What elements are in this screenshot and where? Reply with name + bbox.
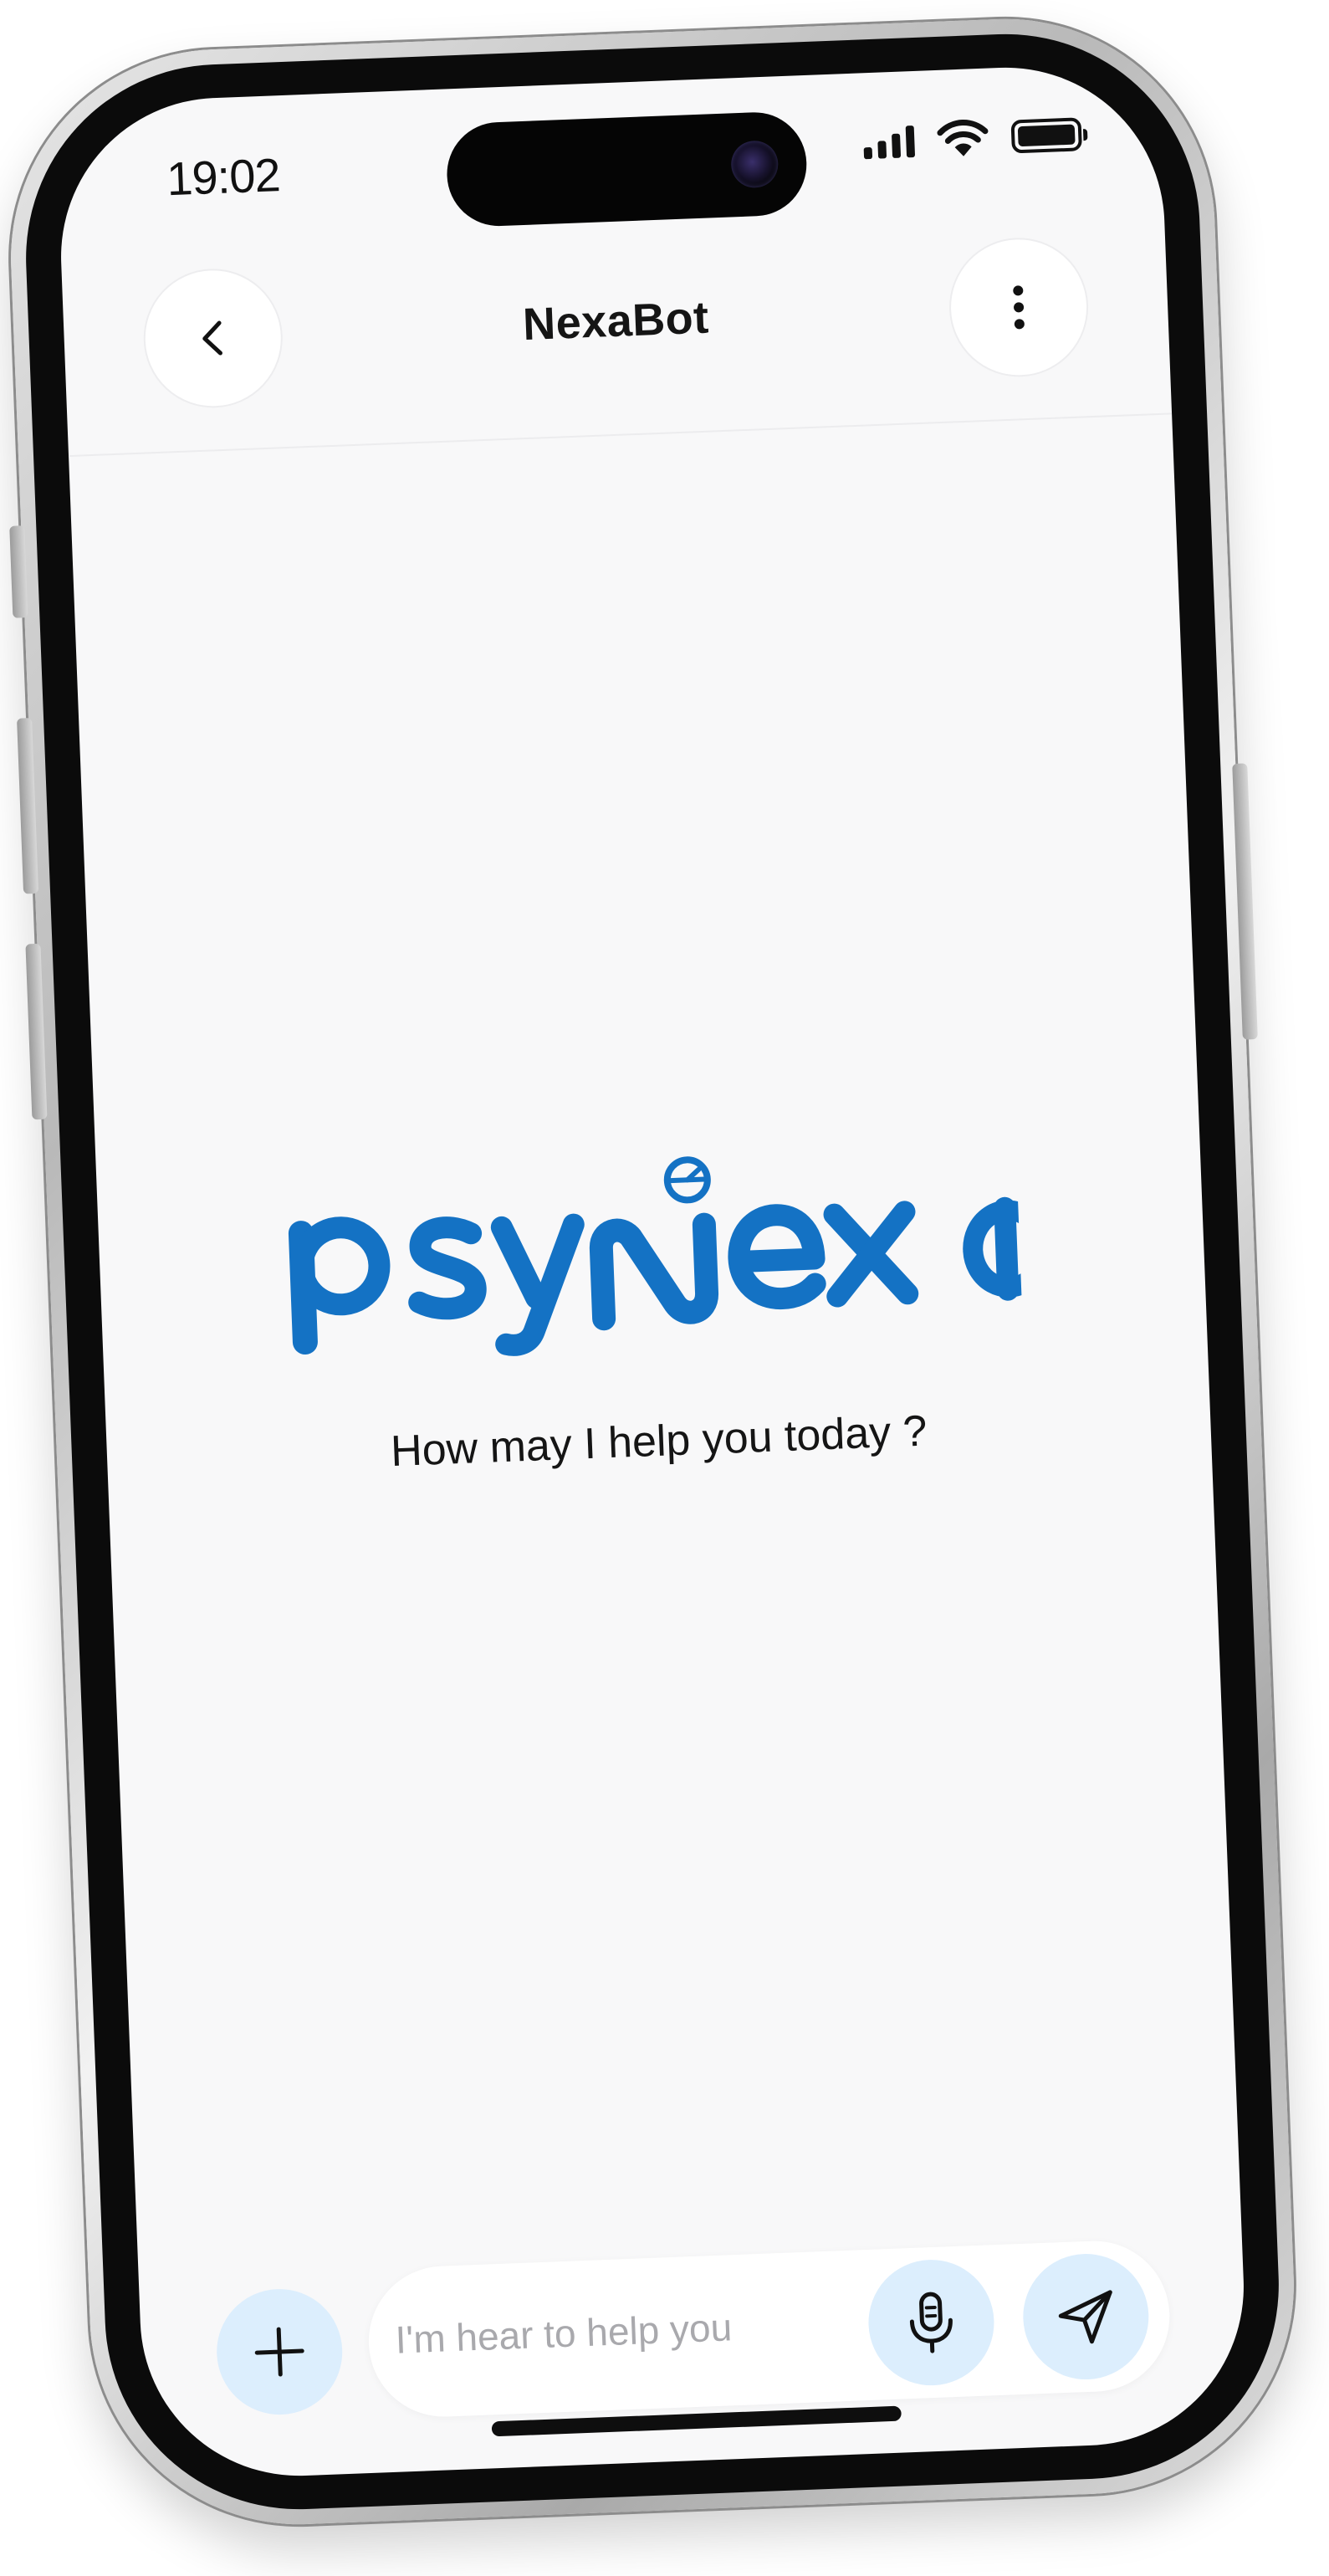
send-button[interactable] — [1020, 2251, 1152, 2382]
message-composer — [214, 2238, 1173, 2420]
app-header: NexaBot — [60, 203, 1173, 458]
status-icons — [862, 115, 1082, 161]
more-options-button[interactable] — [946, 235, 1091, 380]
psynexa-logo — [279, 1114, 1054, 1389]
mute-switch — [9, 525, 28, 618]
microphone-icon — [909, 2292, 953, 2353]
wifi-icon — [937, 120, 989, 156]
welcome-section: How may I help you today ? — [95, 1107, 1212, 1488]
message-input[interactable] — [392, 2297, 900, 2363]
voice-input-button[interactable] — [866, 2257, 997, 2388]
send-icon — [1058, 2290, 1112, 2344]
front-camera-icon — [730, 140, 780, 189]
volume-down-button — [25, 943, 48, 1120]
battery-icon — [1010, 117, 1082, 154]
cellular-signal-icon — [863, 124, 916, 160]
welcome-tagline: How may I help you today ? — [390, 1406, 928, 1477]
app-screen: 19:02 NexaBot How may I help you today ?… — [54, 61, 1250, 2482]
add-attachment-button[interactable] — [214, 2287, 345, 2417]
message-input-container — [365, 2238, 1173, 2420]
psynexa-logo-graphic — [288, 1156, 1054, 1356]
power-button — [1232, 763, 1258, 1040]
status-time: 19:02 — [166, 148, 281, 206]
vertical-dots-icon — [1013, 285, 1025, 330]
mockup-stage: 19:02 NexaBot How may I help you today ?… — [0, 0, 1329, 2576]
plus-icon — [254, 2327, 304, 2377]
phone-device: 19:02 NexaBot How may I help you today ?… — [3, 11, 1302, 2532]
volume-up-button — [17, 717, 39, 894]
dynamic-island — [445, 110, 809, 228]
